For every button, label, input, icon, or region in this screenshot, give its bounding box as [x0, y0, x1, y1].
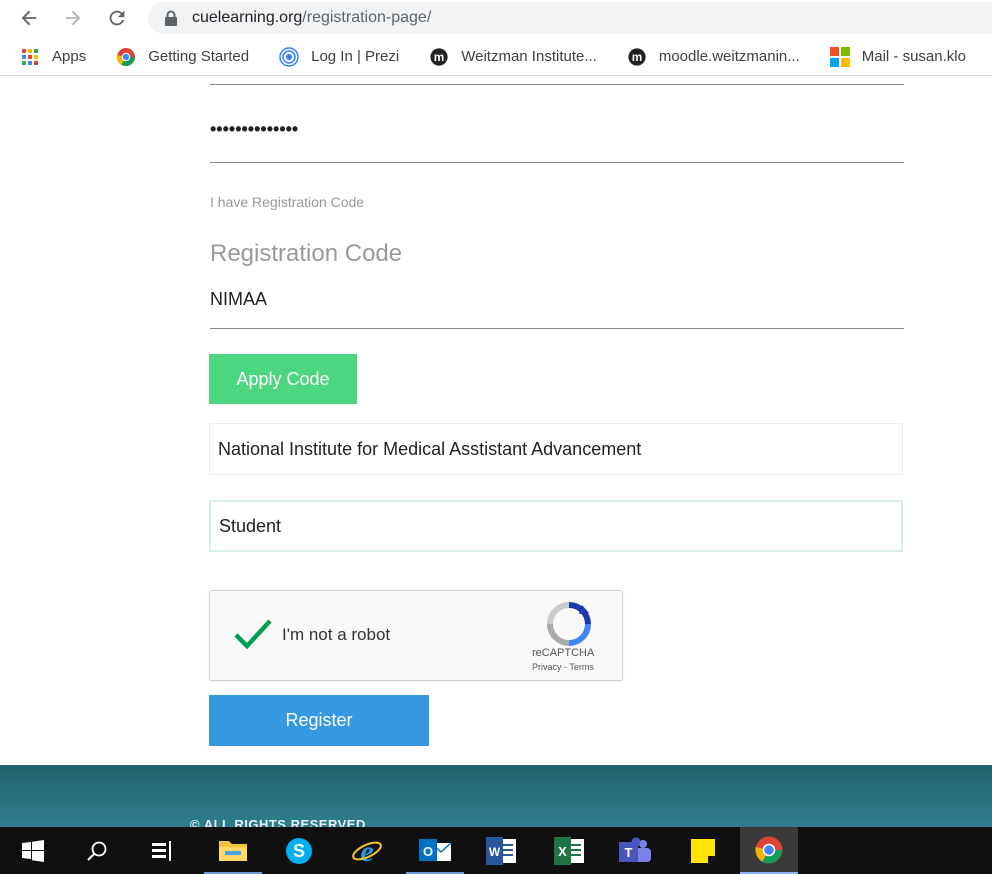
apply-code-button[interactable]: Apply Code	[209, 354, 357, 404]
apps-grid-icon	[20, 47, 40, 67]
bookmark-moodle[interactable]: m moodle.weitzmanin...	[627, 47, 800, 67]
copyright-text: © ALL RIGHTS RESERVED	[190, 817, 366, 827]
moodle-icon: m	[627, 47, 647, 67]
registration-form: •••••••••••••• I have Registration Code …	[0, 77, 992, 765]
excel-icon: X	[554, 836, 584, 865]
svg-text:m: m	[434, 50, 445, 64]
forward-button[interactable]	[60, 5, 86, 31]
microsoft-icon	[829, 46, 850, 67]
task-view-icon	[152, 840, 171, 861]
svg-text:m: m	[632, 50, 643, 64]
chrome-icon	[755, 836, 783, 863]
taskbar-chrome[interactable]	[740, 827, 798, 874]
windows-taskbar: S e O W X T	[0, 827, 992, 874]
start-button[interactable]	[4, 827, 62, 874]
svg-text:O: O	[423, 844, 433, 859]
site-footer: © ALL RIGHTS RESERVED	[0, 765, 992, 827]
role-select[interactable]: Student	[209, 500, 903, 552]
sticky-notes-icon	[691, 838, 715, 863]
taskbar-file-explorer[interactable]	[204, 827, 262, 874]
registration-code-toggle[interactable]: I have Registration Code	[210, 194, 364, 210]
taskbar-teams[interactable]: T	[606, 827, 664, 874]
back-button[interactable]	[16, 5, 42, 31]
chrome-icon	[116, 47, 136, 67]
registration-code-input[interactable]: NIMAA	[210, 289, 267, 310]
url-bar[interactable]: cuelearning.org/registration-page/	[148, 2, 992, 34]
captcha-brand: reCAPTCHA	[532, 647, 595, 659]
register-button[interactable]: Register	[209, 695, 429, 746]
bookmark-apps[interactable]: Apps	[20, 47, 86, 67]
bookmark-label: moodle.weitzmanin...	[658, 48, 800, 65]
bookmark-label: Apps	[52, 48, 87, 65]
search-button[interactable]	[68, 827, 126, 874]
bookmark-label: Getting Started	[148, 48, 250, 65]
teams-icon: T	[619, 837, 651, 862]
svg-text:e: e	[360, 836, 373, 866]
taskbar-outlook[interactable]: O	[406, 827, 464, 874]
forward-arrow-icon	[65, 10, 81, 26]
taskbar-sticky-notes[interactable]	[674, 827, 732, 874]
word-icon: W	[486, 836, 516, 865]
windows-logo-icon	[22, 839, 44, 862]
url-text: cuelearning.org/registration-page/	[192, 9, 431, 27]
task-view-button[interactable]	[134, 827, 192, 874]
moodle-icon: m	[429, 47, 449, 67]
recaptcha-widget: I'm not a robot reCAPTCHA Privacy - Term…	[209, 590, 623, 681]
taskbar-internet-explorer[interactable]: e	[338, 827, 396, 874]
registration-code-label: Registration Code	[210, 240, 403, 267]
field-underline	[210, 162, 904, 163]
bookmark-weitzman[interactable]: m Weitzman Institute...	[429, 47, 597, 67]
internet-explorer-icon: e	[352, 836, 382, 866]
captcha-links[interactable]: Privacy - Terms	[532, 662, 594, 672]
field-underline	[210, 328, 904, 329]
captcha-label: I'm not a robot	[282, 625, 391, 644]
bookmark-label: Weitzman Institute...	[461, 48, 597, 65]
reload-button[interactable]	[104, 5, 130, 31]
bookmark-getting-started[interactable]: Getting Started	[116, 47, 249, 67]
bookmark-prezi[interactable]: Log In | Prezi	[279, 46, 400, 67]
password-field[interactable]: ••••••••••••••	[210, 119, 298, 140]
prezi-icon	[279, 46, 299, 67]
taskbar-word[interactable]: W	[472, 827, 530, 874]
recaptcha-logo-icon	[547, 602, 591, 646]
svg-text:X: X	[558, 844, 567, 859]
checkmark-icon[interactable]	[232, 613, 274, 655]
outlook-icon: O	[419, 838, 452, 861]
folder-icon	[219, 840, 247, 861]
bookmarks-bar: Apps Getting Started Log In | Prezi m We…	[0, 38, 992, 76]
url-path: /registration-page/	[302, 9, 432, 26]
back-arrow-icon	[21, 10, 37, 26]
bookmark-label: Mail - susan.klo	[861, 48, 966, 65]
organization-field[interactable]: National Institute for Medical Asstistan…	[209, 423, 903, 475]
skype-icon: S	[286, 837, 312, 864]
taskbar-excel[interactable]: X	[540, 827, 598, 874]
bookmark-mail[interactable]: Mail - susan.klo	[829, 46, 966, 67]
bookmark-label: Log In | Prezi	[311, 48, 400, 65]
field-underline	[210, 84, 904, 85]
lock-icon	[165, 10, 177, 26]
search-icon	[87, 841, 107, 861]
svg-text:T: T	[625, 845, 633, 860]
reload-icon	[109, 10, 125, 26]
browser-toolbar: cuelearning.org/registration-page/	[0, 0, 992, 36]
taskbar-skype[interactable]: S	[270, 827, 328, 874]
svg-text:S: S	[293, 841, 305, 861]
svg-text:W: W	[489, 845, 501, 859]
url-host: cuelearning.org	[192, 9, 303, 26]
